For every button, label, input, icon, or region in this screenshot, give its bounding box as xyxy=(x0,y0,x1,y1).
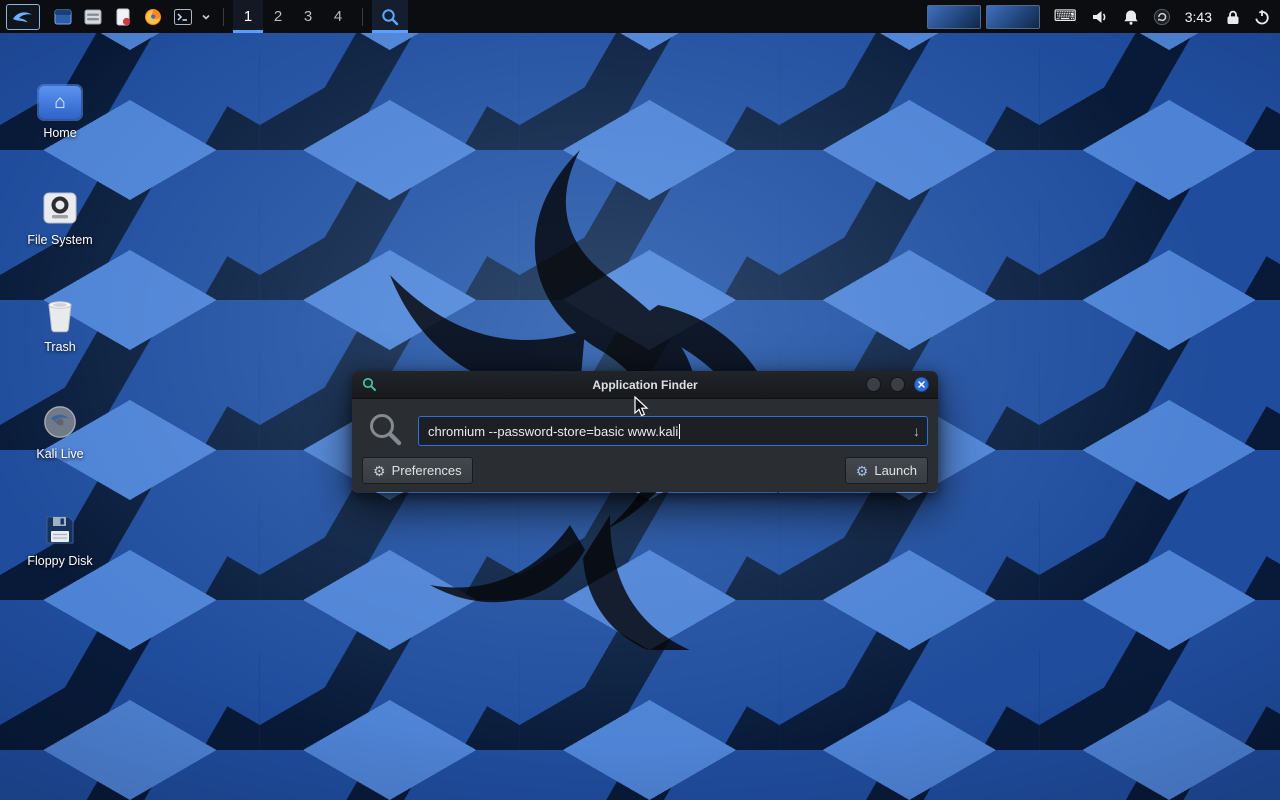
panel-left-group: 1 2 3 4 xyxy=(6,0,408,33)
application-finder-window: Application Finder xyxy=(352,371,938,493)
launcher-file-manager[interactable] xyxy=(78,0,108,33)
preferences-button[interactable]: ⚙ Preferences xyxy=(362,457,473,484)
launch-button-label: Launch xyxy=(874,463,917,478)
launcher-firefox[interactable] xyxy=(138,0,168,33)
chevron-down-icon xyxy=(200,11,212,23)
volume-icon[interactable] xyxy=(1091,9,1109,25)
command-input-value: chromium --password-store=basic www.kali xyxy=(428,424,678,439)
desktop-icon-label: Floppy Disk xyxy=(27,554,92,568)
panel-right-group: ⌨ 3:43 xyxy=(927,0,1274,33)
keyboard-layout-icon[interactable]: ⌨ xyxy=(1054,9,1077,25)
panel-separator xyxy=(223,8,224,26)
panel-separator xyxy=(362,8,363,26)
kali-live-disc-icon xyxy=(42,404,78,440)
gear-icon: ⚙ xyxy=(373,464,386,478)
document-icon xyxy=(113,7,133,27)
button-row: ⚙ Preferences ⚙ Launch xyxy=(362,457,928,484)
window-title: Application Finder xyxy=(352,371,938,399)
text-caret xyxy=(679,424,680,439)
terminal-dropdown-arrow[interactable] xyxy=(198,0,214,33)
titlebar[interactable]: Application Finder xyxy=(352,371,938,399)
desktop-icon-column: ⌂ Home File System Tras xyxy=(20,56,100,568)
desktop-icon-kali-live[interactable]: Kali Live xyxy=(20,377,100,461)
appfinder-window-icon xyxy=(362,377,377,392)
desktop-icon-label: File System xyxy=(27,233,92,247)
pager-preview[interactable] xyxy=(927,5,1040,29)
desktop-icon-label: Kali Live xyxy=(36,447,83,461)
kali-dragon-silhouette xyxy=(280,70,900,650)
launcher-text-editor[interactable] xyxy=(108,0,138,33)
update-indicator-icon[interactable] xyxy=(1153,8,1171,26)
file-system-drive-icon xyxy=(42,190,78,226)
firefox-icon xyxy=(143,7,163,27)
workspace-button-2[interactable]: 2 xyxy=(263,0,293,33)
trash-icon xyxy=(45,298,75,333)
floppy-disk-icon xyxy=(43,513,77,547)
power-logout-icon[interactable] xyxy=(1254,9,1270,25)
desktop-icon-home[interactable]: ⌂ Home xyxy=(20,56,100,140)
workspace-button-4[interactable]: 4 xyxy=(323,0,353,33)
workspace-button-3[interactable]: 3 xyxy=(293,0,323,33)
lock-icon[interactable] xyxy=(1226,9,1240,25)
launch-button[interactable]: ⚙ Launch xyxy=(845,457,928,484)
maximize-button[interactable] xyxy=(890,377,905,392)
kali-logo-icon xyxy=(11,8,35,26)
close-icon xyxy=(918,381,925,388)
terminal-icon xyxy=(173,7,193,27)
clock[interactable]: 3:43 xyxy=(1185,9,1212,25)
minimize-button[interactable] xyxy=(866,377,881,392)
applications-menu-button[interactable] xyxy=(6,4,40,30)
desktop-screen: 1 2 3 4 ⌨ xyxy=(0,0,1280,800)
pager-workspace-thumbnail[interactable] xyxy=(927,5,981,29)
preferences-button-label: Preferences xyxy=(392,463,462,478)
desktop-icon-label: Trash xyxy=(44,340,76,354)
workspace-button-1[interactable]: 1 xyxy=(233,0,263,33)
command-input[interactable]: chromium --password-store=basic www.kali… xyxy=(418,416,928,446)
pager-workspace-thumbnail[interactable] xyxy=(986,5,1040,29)
desktop-icon-trash[interactable]: Trash xyxy=(20,270,100,354)
top-panel: 1 2 3 4 ⌨ xyxy=(0,0,1280,33)
search-icon-large xyxy=(365,409,405,449)
taskbar-application-finder-button[interactable] xyxy=(372,0,408,33)
notification-bell-icon[interactable] xyxy=(1123,9,1139,25)
close-button[interactable] xyxy=(914,377,929,392)
desktop-icon-label: Home xyxy=(43,126,76,140)
desktop-icon-file-system[interactable]: File System xyxy=(20,163,100,247)
window-icon xyxy=(53,7,73,27)
file-manager-icon xyxy=(83,7,103,27)
launcher-desktop[interactable] xyxy=(48,0,78,33)
mouse-cursor xyxy=(634,396,649,418)
desktop-icon-floppy-disk[interactable]: Floppy Disk xyxy=(20,484,100,568)
house-glyph: ⌂ xyxy=(54,93,65,112)
search-icon xyxy=(380,7,400,27)
home-folder-icon: ⌂ xyxy=(39,86,81,119)
launcher-terminal[interactable] xyxy=(168,0,198,33)
launch-icon: ⚙ xyxy=(856,464,869,478)
dropdown-arrow-icon[interactable]: ↓ xyxy=(913,417,920,445)
